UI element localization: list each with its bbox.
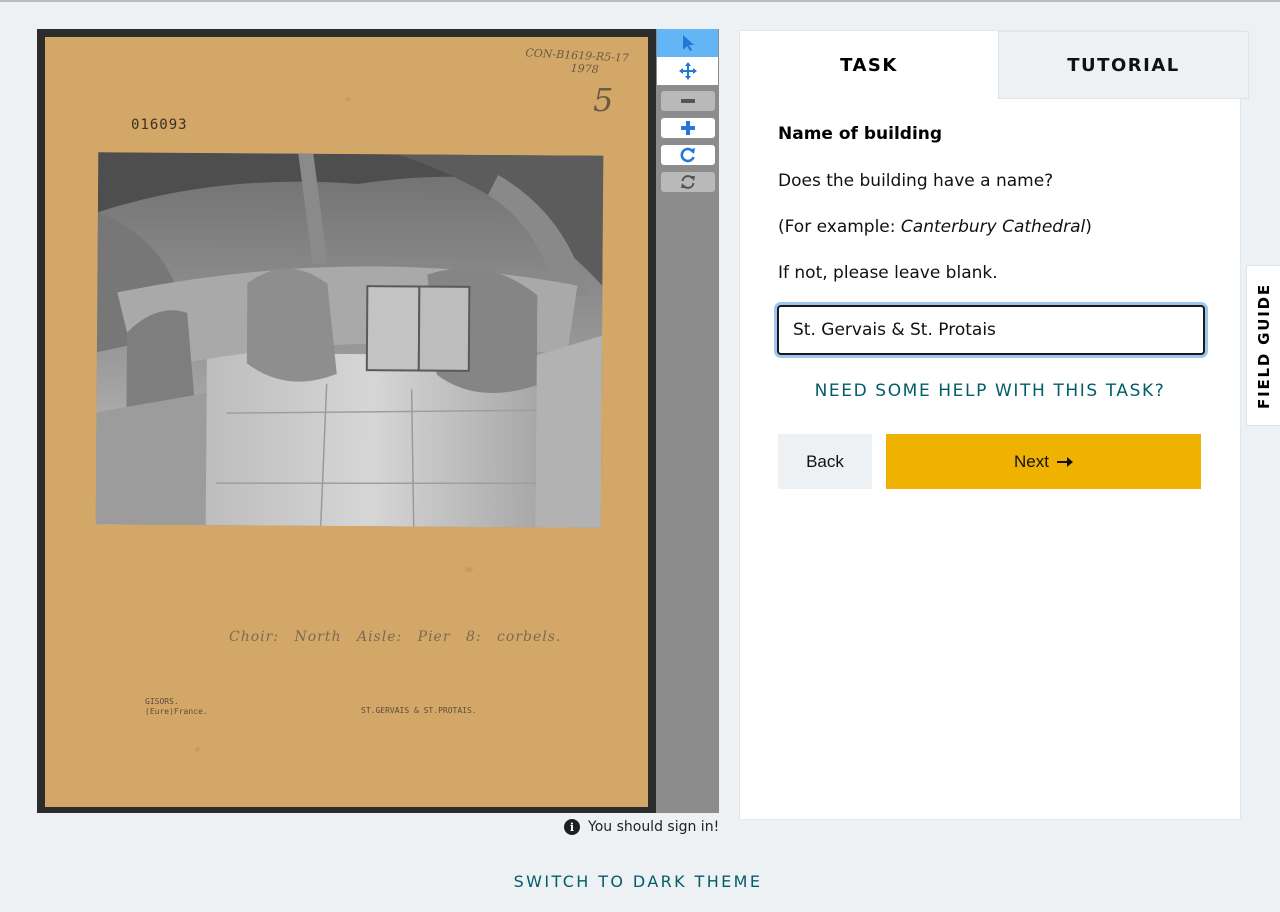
arrow-right-icon (1056, 456, 1073, 467)
rotate-button[interactable] (661, 145, 715, 165)
card-reference: CON-B1619-R5-17 1978 (524, 46, 629, 77)
back-button-label: Back (806, 451, 844, 471)
viewer-toolbar (656, 29, 719, 813)
next-button-label: Next (1014, 451, 1049, 471)
switch-theme-link[interactable]: SWITCH TO DARK THEME (0, 872, 1276, 891)
subject-photo (95, 152, 604, 528)
card-speck (195, 747, 200, 752)
move-icon (678, 62, 697, 80)
card-location-line2: (Eure)France. (145, 707, 208, 716)
task-panel: TASK TUTORIAL Name of building Does the … (739, 30, 1249, 820)
pointer-tool-button[interactable] (657, 29, 718, 57)
field-guide-label: FIELD GUIDE (1254, 282, 1273, 409)
archive-card: 016093 CON-B1619-R5-17 1978 5 Choir: Nor… (45, 37, 648, 807)
sign-in-notice: i You should sign in! (564, 817, 719, 837)
back-button[interactable]: Back (778, 434, 872, 489)
panel-tabs: TASK TUTORIAL (740, 31, 1249, 99)
field-guide-tab[interactable]: FIELD GUIDE (1246, 265, 1280, 426)
tab-task[interactable]: TASK (740, 31, 998, 99)
question-title: Name of building (778, 124, 943, 144)
next-button[interactable]: Next (886, 434, 1201, 489)
card-sheet-number: 5 (593, 81, 614, 119)
rotate-icon (680, 147, 695, 163)
zoom-out-icon (681, 99, 695, 103)
question-line-2-prefix: (For example: (778, 217, 901, 237)
building-name-input[interactable] (777, 305, 1205, 355)
card-id-number: 016093 (131, 117, 188, 133)
info-icon: i (564, 819, 580, 835)
card-location: GISORS. (Eure)France. (145, 697, 208, 717)
card-handwritten-caption: Choir: North Aisle: Pier 8: corbels. (229, 629, 562, 645)
pointer-icon (682, 35, 694, 51)
move-tool-button[interactable] (657, 57, 718, 85)
zoom-in-button[interactable] (661, 118, 715, 138)
question-line-2: (For example: Canterbury Cathedral) (778, 217, 1092, 237)
card-location-line1: GISORS. (145, 697, 179, 706)
question-line-2-suffix: ) (1085, 217, 1092, 237)
zoom-in-icon (681, 121, 695, 135)
sign-in-notice-text: You should sign in! (588, 819, 720, 835)
question-line-1: Does the building have a name? (778, 171, 1054, 191)
reset-icon (681, 175, 695, 189)
tab-tutorial[interactable]: TUTORIAL (998, 31, 1249, 99)
card-church-name: ST.GERVAIS & ST.PROTAIS. (361, 706, 477, 715)
zoom-out-button[interactable] (661, 91, 715, 111)
corbel-photo-image (95, 152, 604, 528)
reset-view-button[interactable] (661, 172, 715, 192)
top-border (0, 0, 1280, 2)
question-line-3: If not, please leave blank. (778, 263, 998, 283)
card-speck (345, 97, 351, 101)
subject-viewer[interactable]: 016093 CON-B1619-R5-17 1978 5 Choir: Nor… (37, 29, 656, 813)
task-help-link[interactable]: NEED SOME HELP WITH THIS TASK? (778, 381, 1202, 401)
question-example: Canterbury Cathedral (900, 217, 1086, 237)
card-speck (465, 567, 473, 572)
